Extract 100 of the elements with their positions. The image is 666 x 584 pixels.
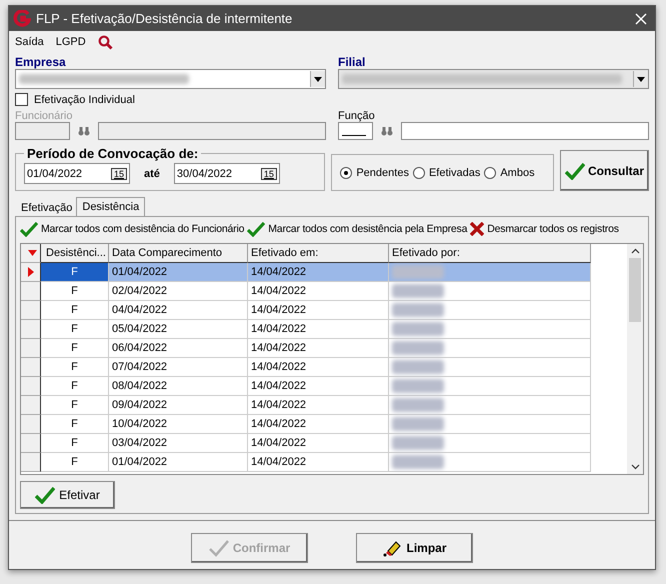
column-header[interactable]: Data Comparecimento [109,244,248,263]
table-cell: 14/04/2022 [248,415,389,434]
table-row[interactable]: F 06/04/2022 14/04/2022 [21,339,627,358]
table-cell: 03/04/2022 [109,434,248,453]
table-cell: 14/04/2022 [248,377,389,396]
redacted-text [392,284,444,298]
table-cell: 14/04/2022 [248,263,389,282]
table-cell: 09/04/2022 [109,396,248,415]
search-icon[interactable] [98,34,113,50]
table-cell: 06/04/2022 [109,339,248,358]
redacted-text [392,360,444,374]
group-title: Período de Convocação de: [26,146,200,161]
checkbox-label: Efetivação Individual [34,94,135,106]
consultar-button[interactable]: Consultar [560,150,649,191]
checkbox[interactable] [15,93,28,106]
table-cell: F [41,415,109,434]
table-cell: F [41,358,109,377]
close-icon[interactable] [635,12,647,24]
table-cell: 14/04/2022 [248,434,389,453]
table-cell: F [41,339,109,358]
dropdown-arrow-icon[interactable] [637,76,645,82]
table-cell: F [41,263,109,282]
checkmark-icon [20,221,38,237]
logo-icon [13,10,31,28]
table-row[interactable]: F 01/04/2022 14/04/2022 [21,453,627,472]
table-cell: 07/04/2022 [109,358,248,377]
table-cell: 14/04/2022 [248,320,389,339]
tab[interactable]: Efetivação [17,200,76,216]
current-row-icon [28,267,34,277]
binoculars-icon[interactable] [78,126,90,136]
column-header[interactable]: Efetivado por: [389,244,591,263]
tab[interactable]: Desistência [76,197,146,216]
table-cell: 14/04/2022 [248,358,389,377]
radio-button[interactable] [340,166,352,178]
table-cell: 14/04/2022 [248,396,389,415]
table-cell: 14/04/2022 [248,453,389,472]
input-field[interactable] [15,122,70,140]
input-field[interactable] [98,122,326,140]
redacted-text [392,322,444,336]
table-row[interactable]: F 08/04/2022 14/04/2022 [21,377,627,396]
efetivar-button[interactable]: Efetivar [20,481,115,509]
field-label: Função [338,110,376,122]
toolbar-link[interactable]: Marcar todos com desistência pela Empresa [247,221,468,237]
company-dropdown[interactable] [15,69,326,89]
calendar-icon[interactable]: 15 [260,168,277,180]
radio-label: Ambos [500,166,535,178]
table-cell: 14/04/2022 [248,301,389,320]
table-cell: F [41,320,109,339]
table-row[interactable]: F 05/04/2022 14/04/2022 [21,320,627,339]
cross-icon [470,222,484,236]
toolbar-link[interactable]: Marcar todos com desistência do Funcionário [20,221,244,237]
radio-button[interactable] [484,166,496,178]
sort-icon[interactable] [21,244,41,263]
scroll-down-icon[interactable] [630,464,640,470]
binoculars-icon[interactable] [381,126,393,136]
calendar-icon[interactable]: 15 [110,168,127,180]
checkmark-icon [208,539,229,557]
radio-button[interactable] [412,166,425,178]
table-row[interactable]: F 02/04/2022 14/04/2022 [21,282,627,301]
checkmark-icon [247,221,266,237]
field-label: Filial [338,55,366,69]
date-field[interactable]: 30/04/2022 15 [174,163,280,184]
column-header[interactable]: Desistênci... [41,244,109,263]
input-field[interactable] [401,122,649,140]
table-cell: F [41,396,109,415]
redacted-text [392,303,444,317]
scroll-up-icon[interactable] [630,248,640,254]
scrollbar-thumb[interactable] [629,258,641,322]
table-row[interactable]: F 10/04/2022 14/04/2022 [21,415,627,434]
redacted-text [392,455,444,469]
eraser-icon [382,539,402,557]
table-cell: 01/04/2022 [109,263,248,282]
table-row[interactable]: F 01/04/2022 14/04/2022 [21,263,627,282]
footer-button[interactable]: Limpar [356,533,473,563]
checkmark-icon [564,162,585,180]
field-label: Empresa [15,55,67,69]
input-field[interactable] [338,122,373,140]
window-title: FLP - Efetivação/Desistência de intermitente [36,11,294,26]
table-cell: 08/04/2022 [109,377,248,396]
redacted-text [392,341,444,355]
menu-item[interactable]: LGPD [56,36,86,48]
radio-label: Pendentes [356,166,409,178]
table-cell: 14/04/2022 [248,282,389,301]
table-cell: 04/04/2022 [109,301,248,320]
table-row[interactable]: F 09/04/2022 14/04/2022 [21,396,627,415]
dropdown-arrow-icon[interactable] [314,76,322,82]
table-row[interactable]: F 03/04/2022 14/04/2022 [21,434,627,453]
table-row[interactable]: F 04/04/2022 14/04/2022 [21,301,627,320]
date-field[interactable]: 01/04/2022 15 [24,163,130,184]
table-cell: 01/04/2022 [109,453,248,472]
menu-item[interactable]: Saída [15,36,44,48]
table-cell: F [41,301,109,320]
redacted-text [392,417,444,431]
scrollbar[interactable] [627,244,643,474]
table-row[interactable]: F 07/04/2022 14/04/2022 [21,358,627,377]
table-cell: F [41,434,109,453]
column-header[interactable]: Efetivado em: [248,244,389,263]
table-cell: F [41,282,109,301]
redacted-text [392,379,444,393]
toolbar-link[interactable]: Desmarcar todos os registros [470,222,619,236]
